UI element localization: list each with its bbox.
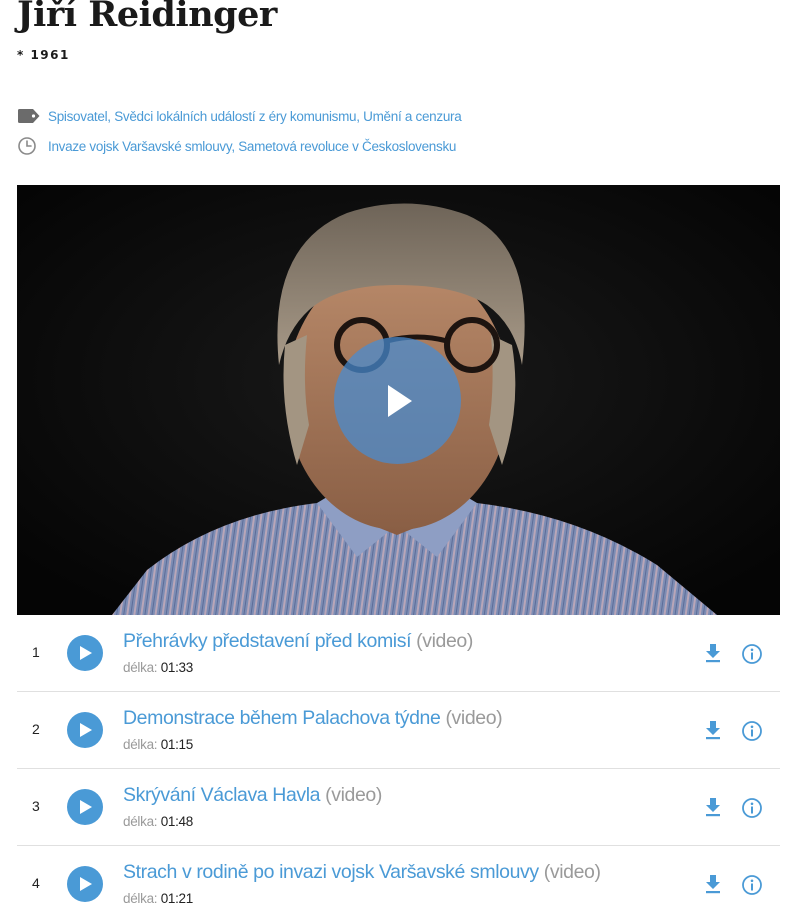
clip-play-button[interactable] [67, 866, 103, 902]
clip-title: Demonstrace během Palachova týdne (video… [123, 707, 503, 730]
clip-duration: délka: 01:15 [123, 737, 193, 752]
duration-value: 01:48 [160, 814, 194, 829]
duration-value: 01:33 [160, 660, 194, 675]
clip-play-button[interactable] [67, 789, 103, 825]
clip-duration: délka: 01:48 [123, 814, 193, 829]
play-icon [80, 646, 92, 660]
video-play-button[interactable] [334, 337, 461, 464]
clip-number: 1 [32, 644, 40, 660]
clip-number: 3 [32, 798, 40, 814]
duration-value: 01:15 [160, 737, 194, 752]
duration-label: délka: [123, 814, 158, 829]
info-icon[interactable] [741, 797, 763, 819]
birth-year: * 1961 [17, 48, 70, 62]
clock-icon [17, 136, 41, 156]
periods-row: Invaze vojsk Varšavské smlouvy, Sametová… [17, 136, 456, 156]
download-icon[interactable] [703, 719, 723, 741]
clip-title-link[interactable]: Demonstrace během Palachova týdne [123, 707, 441, 729]
clip-title: Skrývání Václava Havla (video) [123, 784, 382, 807]
video-player[interactable] [17, 185, 780, 615]
duration-value: 01:21 [160, 891, 194, 906]
duration-label: délka: [123, 660, 158, 675]
play-icon [80, 723, 92, 737]
download-icon[interactable] [703, 873, 723, 895]
clip-row: 1 Přehrávky představení před komisí (vid… [17, 615, 780, 692]
clip-number: 4 [32, 875, 40, 891]
clip-number: 2 [32, 721, 40, 737]
clip-row: 2 Demonstrace během Palachova týdne (vid… [17, 692, 780, 769]
duration-label: délka: [123, 737, 158, 752]
periods-links[interactable]: Invaze vojsk Varšavské smlouvy, Sametová… [48, 139, 456, 154]
play-icon [80, 800, 92, 814]
clip-row: 4 Strach v rodině po invazi vojsk Varšav… [17, 846, 780, 922]
play-icon [80, 877, 92, 891]
clip-type: (video) [325, 784, 382, 806]
clip-type: (video) [416, 630, 473, 652]
clip-type: (video) [445, 707, 503, 729]
clip-title-link[interactable]: Strach v rodině po invazi vojsk Varšavsk… [123, 861, 539, 883]
tag-icon [17, 106, 41, 126]
info-icon[interactable] [741, 874, 763, 896]
info-icon[interactable] [741, 643, 763, 665]
clip-title-link[interactable]: Přehrávky představení před komisí [123, 630, 412, 652]
witness-name: Jiří Reidinger [17, 0, 277, 35]
info-icon[interactable] [741, 720, 763, 742]
categories-links[interactable]: Spisovatel, Svědci lokálních událostí z … [48, 109, 462, 124]
duration-label: délka: [123, 891, 158, 906]
clip-title: Přehrávky představení před komisí (video… [123, 630, 473, 653]
clip-duration: délka: 01:21 [123, 891, 193, 906]
play-icon [387, 384, 412, 417]
categories-row: Spisovatel, Svědci lokálních událostí z … [17, 106, 462, 126]
download-icon[interactable] [703, 642, 723, 664]
clip-title: Strach v rodině po invazi vojsk Varšavsk… [123, 861, 601, 884]
clip-list: 1 Přehrávky představení před komisí (vid… [17, 615, 780, 922]
clip-play-button[interactable] [67, 635, 103, 671]
clip-type: (video) [543, 861, 601, 883]
clip-row: 3 Skrývání Václava Havla (video) délka: … [17, 769, 780, 846]
download-icon[interactable] [703, 796, 723, 818]
clip-play-button[interactable] [67, 712, 103, 748]
clip-duration: délka: 01:33 [123, 660, 193, 675]
clip-title-link[interactable]: Skrývání Václava Havla [123, 784, 321, 806]
